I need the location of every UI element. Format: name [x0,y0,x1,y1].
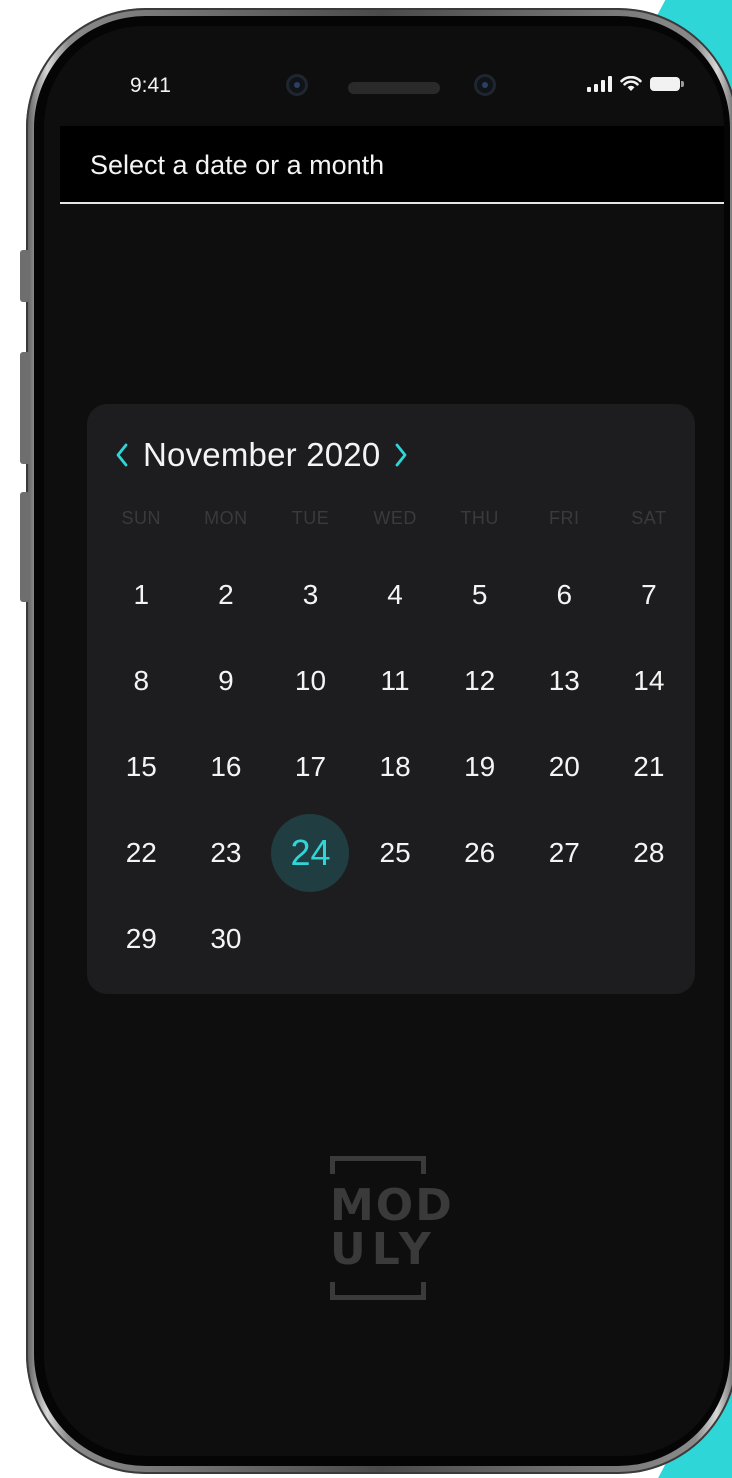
day-cell[interactable]: 10 [268,638,353,724]
day-cell-selected[interactable]: 24 [268,810,353,896]
day-cell[interactable]: 7 [607,552,692,638]
day-cell[interactable]: 17 [268,724,353,810]
day-number: 2 [218,579,234,610]
day-cell[interactable]: 13 [522,638,607,724]
weekday-label: FRI [549,508,580,528]
stage: 9:41 Select a date or a month November 2… [0,0,732,1478]
weekday-label: MON [204,508,248,528]
day-number: 1 [133,579,150,610]
day-cell[interactable]: 16 [184,724,269,810]
day-number: 8 [133,665,150,696]
volume-up-button [20,352,30,464]
day-cell[interactable]: 6 [522,552,607,638]
prev-month-button[interactable] [111,437,133,473]
screen: 9:41 Select a date or a month November 2… [44,26,724,1456]
top-bar: Select a date or a month [60,126,724,204]
day-number: 6 [556,579,573,610]
weekday-row: SUN MON TUE WED THU FRI SAT [99,508,695,529]
calendar-header: November 2020 [111,436,412,474]
camera-icon [286,74,308,96]
day-number: 25 [379,837,411,868]
day-number: 16 [210,751,242,782]
day-cell[interactable]: 20 [522,724,607,810]
day-cell[interactable]: 26 [437,810,522,896]
status-icons [587,76,684,92]
day-number: 22 [125,837,157,868]
day-cell[interactable]: 15 [99,724,184,810]
day-cell[interactable]: 18 [353,724,438,810]
day-cell[interactable]: 4 [353,552,438,638]
next-month-button[interactable] [390,437,412,473]
signal-icon [587,76,612,92]
day-grid: 1 2 3 4 5 6 7 8 9 10 11 12 13 14 15 16 17 18 19 20 21 22 23 24 2… [99,552,695,982]
day-number: 5 [471,579,488,610]
day-cell[interactable]: 11 [353,638,438,724]
day-number: 3 [302,579,319,610]
day-cell[interactable]: 30 [184,896,269,982]
day-number: 24 [290,832,331,873]
day-cell[interactable]: 3 [268,552,353,638]
day-number: 15 [125,751,157,782]
day-number: 27 [548,837,580,868]
weekday-label: SUN [121,508,162,528]
silent-switch [20,250,30,302]
weekday-label: TUE [291,508,330,528]
day-number: 18 [379,751,411,782]
calendar-card: November 2020 SUN MON TUE WED THU FRI SAT 1234… [87,404,695,994]
volume-down-button [20,492,30,602]
sensor-icon [474,74,496,96]
day-cell[interactable]: 29 [99,896,184,982]
day-number: 9 [218,665,234,696]
day-number: 17 [294,751,327,782]
day-number: 28 [633,837,665,868]
day-number: 30 [210,923,242,954]
day-cell[interactable]: 14 [607,638,692,724]
day-cell[interactable]: 19 [437,724,522,810]
logo-text-line1: MOD [330,1180,454,1231]
speaker-grille [348,82,440,94]
day-cell[interactable]: 27 [522,810,607,896]
day-number: 13 [548,665,580,696]
day-number: 23 [210,837,242,868]
status-time: 9:41 [130,74,171,97]
day-cell[interactable]: 22 [99,810,184,896]
day-cell[interactable]: 5 [437,552,522,638]
logo-text-line2: ULY [330,1224,437,1275]
day-cell[interactable]: 25 [353,810,438,896]
day-number: 21 [633,751,665,782]
day-cell[interactable]: 2 [184,552,269,638]
day-cell[interactable]: 8 [99,638,184,724]
weekday-label: WED [373,508,417,528]
day-number: 14 [633,665,665,696]
chevron-right-icon [396,443,407,467]
day-number: 7 [641,579,657,610]
day-number: 26 [464,837,496,868]
moduly-logo: MOD ULY [328,1156,458,1306]
day-number: 12 [464,665,496,696]
day-number: 29 [125,923,157,954]
day-number: 19 [464,751,496,782]
day-number: 10 [294,665,327,696]
day-cell[interactable]: 1 [99,552,184,638]
wifi-icon [620,76,642,91]
day-cell[interactable]: 21 [607,724,692,810]
day-cell[interactable]: 28 [607,810,692,896]
month-label[interactable]: November 2020 [143,436,380,474]
day-number: 20 [548,751,580,782]
day-number: 11 [380,665,410,696]
day-cell[interactable]: 12 [437,638,522,724]
weekday-label: SAT [631,508,667,528]
weekday-label: THU [460,508,499,528]
page-title: Select a date or a month [90,150,385,180]
battery-icon [650,77,684,91]
day-cell[interactable]: 23 [184,810,269,896]
day-cell[interactable]: 9 [184,638,269,724]
day-number: 4 [387,579,403,610]
chevron-left-icon [116,443,128,467]
